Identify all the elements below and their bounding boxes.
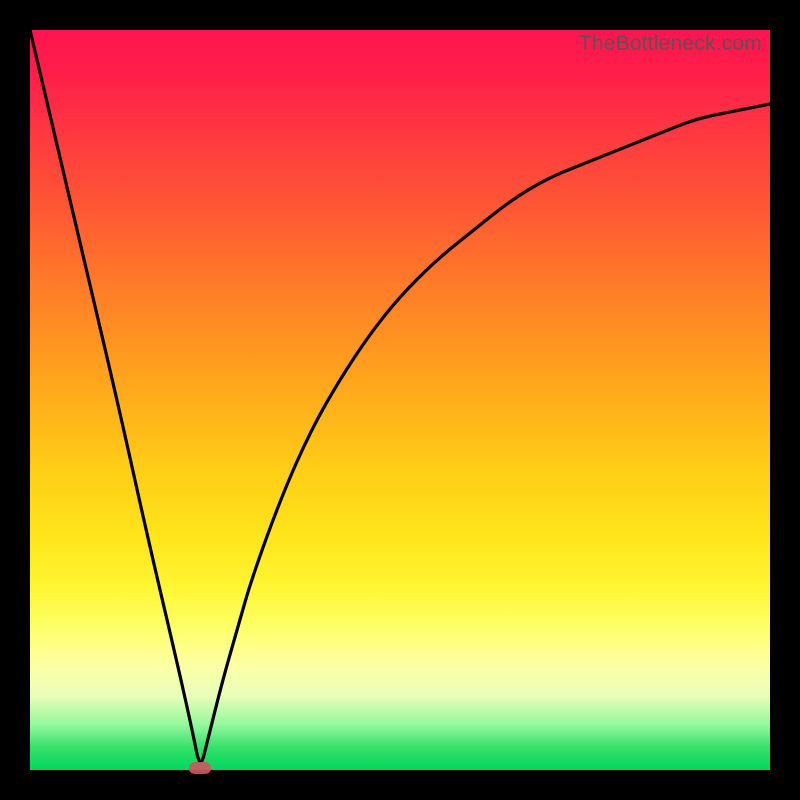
curve-line [30,30,770,762]
curve-svg [30,30,770,770]
plot-area [30,30,770,770]
watermark-text: TheBottleneck.com [579,32,762,56]
chart-frame: TheBottleneck.com [0,0,800,800]
minimum-marker [189,762,211,774]
